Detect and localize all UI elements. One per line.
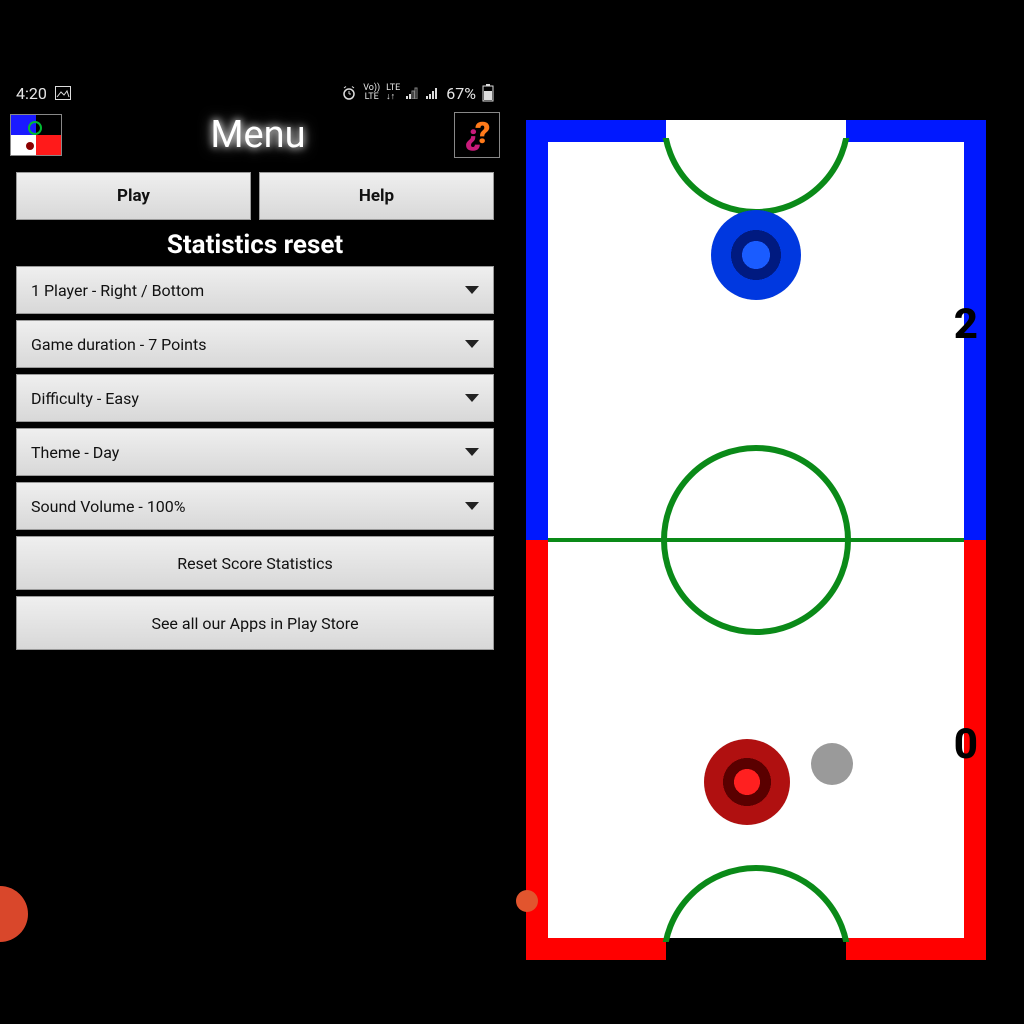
- players-select[interactable]: 1 Player - Right / Bottom: [16, 266, 494, 314]
- wall-bottom-right: [846, 938, 986, 960]
- volume-select-label: Sound Volume - 100%: [31, 497, 186, 516]
- mallet-red[interactable]: [704, 739, 790, 825]
- picture-icon: [55, 86, 71, 100]
- screen-record-fab2-icon[interactable]: [516, 890, 538, 912]
- wall-left-top: [526, 120, 548, 540]
- reset-stats-label: Reset Score Statistics: [177, 554, 333, 573]
- see-apps-button[interactable]: See all our Apps in Play Store: [16, 596, 494, 650]
- score-bottom: 0: [954, 720, 978, 769]
- battery-icon: [482, 84, 494, 102]
- chevron-down-icon: [465, 394, 479, 402]
- chevron-down-icon: [465, 502, 479, 510]
- help-button[interactable]: Help: [259, 172, 494, 220]
- screen-record-fab-icon[interactable]: [0, 886, 28, 942]
- theme-select-label: Theme - Day: [31, 443, 119, 462]
- play-button[interactable]: Play: [16, 172, 251, 220]
- lte-indicator: LTE↓↑: [386, 84, 400, 102]
- duration-select-label: Game duration - 7 Points: [31, 335, 206, 354]
- volume-select[interactable]: Sound Volume - 100%: [16, 482, 494, 530]
- chevron-down-icon: [465, 448, 479, 456]
- game-board[interactable]: 2 0: [526, 120, 986, 960]
- difficulty-select-label: Difficulty - Easy: [31, 389, 139, 408]
- help-button-label: Help: [359, 186, 394, 206]
- signal2-icon: [426, 87, 440, 99]
- app-icon[interactable]: [10, 114, 62, 156]
- chevron-down-icon: [465, 340, 479, 348]
- section-title: Statistics reset: [10, 230, 500, 260]
- reset-stats-button[interactable]: Reset Score Statistics: [16, 536, 494, 590]
- play-button-label: Play: [117, 186, 150, 206]
- page-title: Menu: [210, 113, 305, 157]
- theme-select[interactable]: Theme - Day: [16, 428, 494, 476]
- difficulty-select[interactable]: Difficulty - Easy: [16, 374, 494, 422]
- help-icon[interactable]: ¿ ?: [454, 112, 500, 158]
- wall-bottom-left: [526, 938, 666, 960]
- svg-text:?: ?: [475, 116, 490, 151]
- signal-icon: [406, 87, 420, 99]
- chevron-down-icon: [465, 286, 479, 294]
- clock-text: 4:20: [16, 84, 47, 103]
- phone-menu-panel: 4:20 Vo))LTE LTE↓↑ 67%: [10, 80, 500, 656]
- see-apps-label: See all our Apps in Play Store: [151, 614, 358, 633]
- center-circle: [661, 445, 851, 635]
- battery-text: 67%: [446, 84, 476, 103]
- duration-select[interactable]: Game duration - 7 Points: [16, 320, 494, 368]
- status-bar: 4:20 Vo))LTE LTE↓↑ 67%: [10, 80, 500, 110]
- score-top: 2: [954, 300, 978, 349]
- puck[interactable]: [811, 743, 853, 785]
- app-header: Menu ¿ ?: [10, 110, 500, 164]
- players-select-label: 1 Player - Right / Bottom: [31, 281, 204, 300]
- volte-indicator: Vo))LTE: [363, 84, 380, 102]
- alarm-icon: [341, 85, 357, 101]
- mallet-blue[interactable]: [711, 210, 801, 300]
